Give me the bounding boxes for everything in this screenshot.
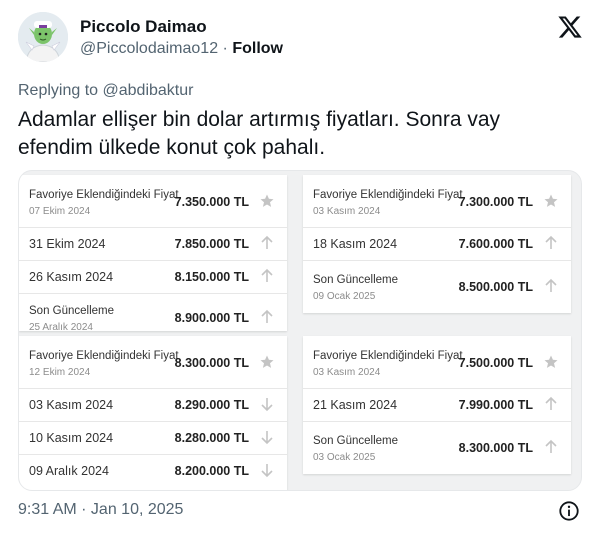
row-price: 7.600.000 TL bbox=[458, 237, 533, 251]
price-row: Son Güncelleme 09 Ocak 2025 8.500.000 TL bbox=[303, 260, 571, 313]
row-label: Favoriye Eklendiğindeki Fiyat bbox=[313, 350, 463, 362]
row-label: Favoriye Eklendiğindeki Fiyat bbox=[313, 189, 463, 201]
row-date: 25 Aralık 2024 bbox=[29, 322, 93, 331]
row-label: 03 Kasım 2024 bbox=[29, 398, 114, 412]
row-price: 8.280.000 TL bbox=[174, 431, 249, 445]
row-label: 10 Kasım 2024 bbox=[29, 431, 114, 445]
arrow-up-icon bbox=[545, 439, 557, 453]
reply-mention-link[interactable]: @abdibaktur bbox=[103, 82, 194, 99]
star-icon bbox=[260, 194, 274, 207]
reply-prefix: Replying to bbox=[18, 82, 99, 99]
price-row: Son Güncelleme 25 Aralık 2024 8.900.000 … bbox=[19, 293, 287, 331]
price-row: 10 Kasım 2024 8.280.000 TL bbox=[19, 421, 287, 455]
row-label: 31 Ekim 2024 bbox=[29, 237, 106, 251]
row-label: 26 Kasım 2024 bbox=[29, 270, 114, 284]
row-date: 03 Kasım 2024 bbox=[313, 206, 381, 217]
tweet-text: Adamlar ellişer bin dolar artırmış fiyat… bbox=[18, 108, 501, 159]
row-price: 8.300.000 TL bbox=[458, 441, 533, 455]
price-row: 26 Kasım 2024 8.150.000 TL bbox=[19, 260, 287, 294]
price-row: 21 Kasım 2024 7.990.000 TL bbox=[303, 388, 571, 422]
star-icon bbox=[260, 355, 274, 368]
price-history-card: Favoriye Eklendiğindeki Fiyat 07 Ekim 20… bbox=[19, 175, 287, 331]
tweet-timestamp[interactable]: 9:31 AM · Jan 10, 2025 bbox=[18, 501, 183, 519]
arrow-up-icon bbox=[261, 309, 273, 323]
price-row: Son Güncelleme 03 Ocak 2025 8.300.000 TL bbox=[303, 421, 571, 474]
row-price: 8.500.000 TL bbox=[458, 280, 533, 294]
price-row: 31 Ekim 2024 7.850.000 TL bbox=[19, 227, 287, 261]
row-price: 7.500.000 TL bbox=[458, 356, 533, 370]
arrow-up-icon bbox=[545, 396, 557, 410]
row-label: Favoriye Eklendiğindeki Fiyat bbox=[29, 189, 179, 201]
row-label: 09 Aralık 2024 bbox=[29, 464, 109, 478]
row-label: Son Güncelleme bbox=[29, 305, 115, 317]
arrow-down-icon bbox=[261, 431, 273, 445]
row-price: 7.300.000 TL bbox=[458, 195, 533, 209]
arrow-up-icon bbox=[545, 235, 557, 249]
row-date: 12 Ekim 2024 bbox=[29, 367, 91, 378]
arrow-down-icon bbox=[261, 464, 273, 478]
arrow-down-icon bbox=[261, 398, 273, 412]
row-price: 8.290.000 TL bbox=[174, 398, 249, 412]
star-icon bbox=[544, 355, 558, 368]
row-date: 03 Ocak 2025 bbox=[313, 452, 376, 463]
row-price: 8.300.000 TL bbox=[174, 356, 249, 370]
row-date: 07 Ekim 2024 bbox=[29, 206, 91, 217]
x-logo-icon[interactable] bbox=[557, 14, 583, 40]
row-price: 8.150.000 TL bbox=[174, 270, 249, 284]
avatar[interactable] bbox=[18, 12, 68, 62]
row-label: Favoriye Eklendiğindeki Fiyat bbox=[29, 350, 179, 362]
row-price: 7.850.000 TL bbox=[174, 237, 249, 251]
tweet-image[interactable]: Favoriye Eklendiğindeki Fiyat 07 Ekim 20… bbox=[18, 170, 582, 491]
row-price: 8.900.000 TL bbox=[174, 311, 249, 325]
piccolo-avatar-icon bbox=[18, 12, 68, 62]
star-icon bbox=[544, 194, 558, 207]
separator-dot: · bbox=[222, 40, 228, 57]
price-history-card: Favoriye Eklendiğindeki Fiyat 03 Kasım 2… bbox=[303, 336, 571, 474]
price-row: Favoriye Eklendiğindeki Fiyat 07 Ekim 20… bbox=[19, 175, 287, 228]
price-row: Favoriye Eklendiğindeki Fiyat 12 Ekim 20… bbox=[19, 336, 287, 389]
arrow-up-icon bbox=[545, 278, 557, 292]
info-icon[interactable] bbox=[558, 500, 580, 522]
author-name[interactable]: Piccolo Daimao bbox=[80, 17, 207, 37]
row-date: 03 Kasım 2024 bbox=[313, 367, 381, 378]
author-handle-line: @Piccolodaimao12 · Follow bbox=[80, 40, 283, 58]
price-row: Favoriye Eklendiğindeki Fiyat 03 Kasım 2… bbox=[303, 175, 571, 228]
arrow-up-icon bbox=[261, 268, 273, 282]
price-history-card: Favoriye Eklendiğindeki Fiyat 12 Ekim 20… bbox=[19, 336, 287, 490]
row-label: 18 Kasım 2024 bbox=[313, 237, 398, 251]
price-row: Favoriye Eklendiğindeki Fiyat 03 Kasım 2… bbox=[303, 336, 571, 389]
row-price: 8.200.000 TL bbox=[174, 464, 249, 478]
row-date: 09 Ocak 2025 bbox=[313, 291, 376, 302]
follow-button[interactable]: Follow bbox=[232, 40, 283, 57]
reply-context: Replying to @abdibaktur bbox=[18, 82, 193, 100]
row-label: Son Güncelleme bbox=[313, 274, 399, 286]
row-price: 7.350.000 TL bbox=[174, 195, 249, 209]
price-row: 18 Kasım 2024 7.600.000 TL bbox=[303, 227, 571, 261]
row-price: 7.990.000 TL bbox=[458, 398, 533, 412]
arrow-up-icon bbox=[261, 235, 273, 249]
price-history-card: Favoriye Eklendiğindeki Fiyat 03 Kasım 2… bbox=[303, 175, 571, 313]
author-handle[interactable]: @Piccolodaimao12 bbox=[80, 40, 218, 57]
price-row: 03 Kasım 2024 8.290.000 TL bbox=[19, 388, 287, 422]
row-label: Son Güncelleme bbox=[313, 435, 399, 447]
price-row: 09 Aralık 2024 8.200.000 TL bbox=[19, 454, 287, 490]
row-label: 21 Kasım 2024 bbox=[313, 398, 398, 412]
